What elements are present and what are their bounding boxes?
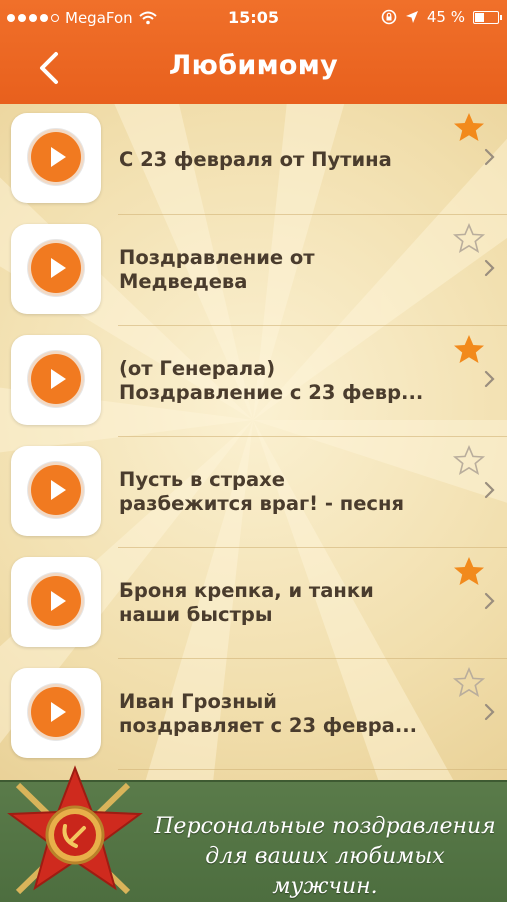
- rotation-lock-icon: [381, 9, 397, 25]
- track-thumbnail[interactable]: [11, 557, 101, 647]
- chevron-right-icon: [484, 259, 495, 277]
- star-outline-icon[interactable]: [452, 222, 486, 256]
- status-bar: MegaFon 15:05 45 %: [0, 0, 507, 36]
- play-icon: [51, 702, 66, 722]
- track-title: Броня крепка, и танки наши быстры: [119, 579, 374, 626]
- play-icon: [51, 591, 66, 611]
- play-button[interactable]: [31, 465, 81, 515]
- location-arrow-icon: [405, 11, 418, 23]
- chevron-right-icon: [484, 481, 495, 499]
- play-button[interactable]: [31, 132, 81, 182]
- navigation-bar: Любимому: [0, 36, 507, 104]
- status-right: 45 %: [381, 8, 502, 26]
- chevron-right-icon: [484, 370, 495, 388]
- track-thumbnail[interactable]: [11, 335, 101, 425]
- star-outline-icon[interactable]: [452, 444, 486, 478]
- promo-banner[interactable]: Персональные поздравления для ваших люби…: [0, 765, 507, 902]
- track-title: Иван Грозный поздравляет с 23 февра...: [119, 690, 418, 737]
- banner-text: Персональные поздравления для ваших люби…: [154, 814, 496, 899]
- star-filled-icon[interactable]: [452, 111, 486, 145]
- track-thumbnail[interactable]: [11, 113, 101, 203]
- star-filled-icon[interactable]: [452, 333, 486, 367]
- play-button[interactable]: [31, 687, 81, 737]
- battery-icon: [473, 10, 502, 24]
- play-icon: [51, 147, 66, 167]
- page-title: Любимому: [168, 50, 339, 81]
- app-header: MegaFon 15:05 45 % Любимому: [0, 0, 507, 104]
- chevron-right-icon: [484, 703, 495, 721]
- list-item[interactable]: С 23 февраля от Путина: [0, 104, 507, 215]
- track-thumbnail[interactable]: [11, 446, 101, 536]
- play-button[interactable]: [31, 576, 81, 626]
- list-item[interactable]: Броня крепка, и танки наши быстры: [0, 548, 507, 659]
- chevron-right-icon: [484, 148, 495, 166]
- star-filled-icon[interactable]: [452, 555, 486, 589]
- track-title: (от Генерала) Поздравление с 23 февр...: [119, 357, 424, 404]
- track-thumbnail[interactable]: [11, 224, 101, 314]
- chevron-right-icon: [484, 592, 495, 610]
- red-star-emblem-icon: [7, 765, 143, 895]
- track-title: Поздравление от Медведева: [119, 246, 315, 293]
- list-item[interactable]: Иван Грозный поздравляет с 23 февра...: [0, 659, 507, 770]
- track-title: С 23 февраля от Путина: [119, 148, 392, 171]
- play-icon: [51, 369, 66, 389]
- track-title: Пусть в страхе разбежится враг! - песня: [119, 468, 404, 515]
- battery-percent: 45 %: [426, 8, 465, 26]
- list-item[interactable]: (от Генерала) Поздравление с 23 февр...: [0, 326, 507, 437]
- list-item[interactable]: Пусть в страхе разбежится враг! - песня: [0, 437, 507, 548]
- play-button[interactable]: [31, 243, 81, 293]
- play-icon: [51, 480, 66, 500]
- track-thumbnail[interactable]: [11, 668, 101, 758]
- play-button[interactable]: [31, 354, 81, 404]
- greetings-list: С 23 февраля от Путина Поздравление от Ме…: [0, 104, 507, 770]
- play-icon: [51, 258, 66, 278]
- list-item[interactable]: Поздравление от Медведева: [0, 215, 507, 326]
- star-outline-icon[interactable]: [452, 666, 486, 700]
